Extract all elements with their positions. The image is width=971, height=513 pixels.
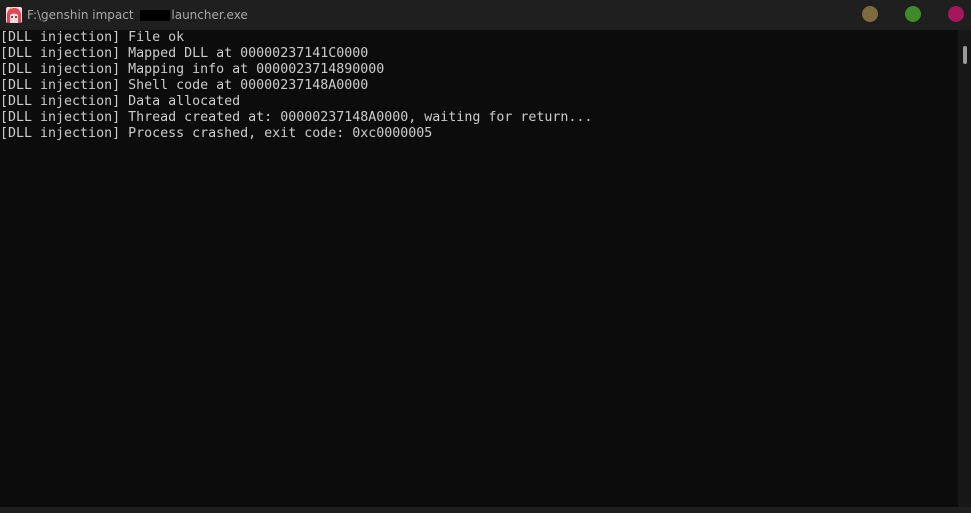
anime-avatar-icon	[6, 7, 22, 23]
redaction-block	[140, 9, 171, 21]
console-line: [DLL injection] Mapping info at 00000237…	[0, 62, 385, 77]
title-prefix: F:\genshin impact	[27, 8, 138, 22]
window-title: F:\genshin impact launcher.exe	[27, 7, 248, 23]
console-line: [DLL injection] Thread created at: 00000…	[0, 110, 593, 125]
console-window: F:\genshin impact launcher.exe [DLL inje…	[0, 0, 971, 513]
minimize-button[interactable]	[862, 6, 878, 22]
window-bottom-border	[0, 507, 971, 513]
title-bar[interactable]: F:\genshin impact launcher.exe	[0, 0, 971, 30]
console-line: [DLL injection] File ok	[0, 30, 185, 45]
vertical-scrollbar[interactable]	[958, 30, 971, 507]
title-suffix: launcher.exe	[171, 8, 248, 22]
console-output[interactable]: [DLL injection] File ok [DLL injection] …	[0, 30, 958, 507]
console-line: [DLL injection] Mapped DLL at 0000023714…	[0, 46, 369, 61]
console-line: [DLL injection] Shell code at 0000023714…	[0, 78, 369, 93]
console-line: [DLL injection] Process crashed, exit co…	[0, 126, 433, 141]
close-button[interactable]	[948, 6, 964, 22]
maximize-button[interactable]	[905, 6, 921, 22]
scrollbar-thumb[interactable]	[963, 46, 967, 64]
console-line: [DLL injection] Data allocated	[0, 94, 241, 109]
